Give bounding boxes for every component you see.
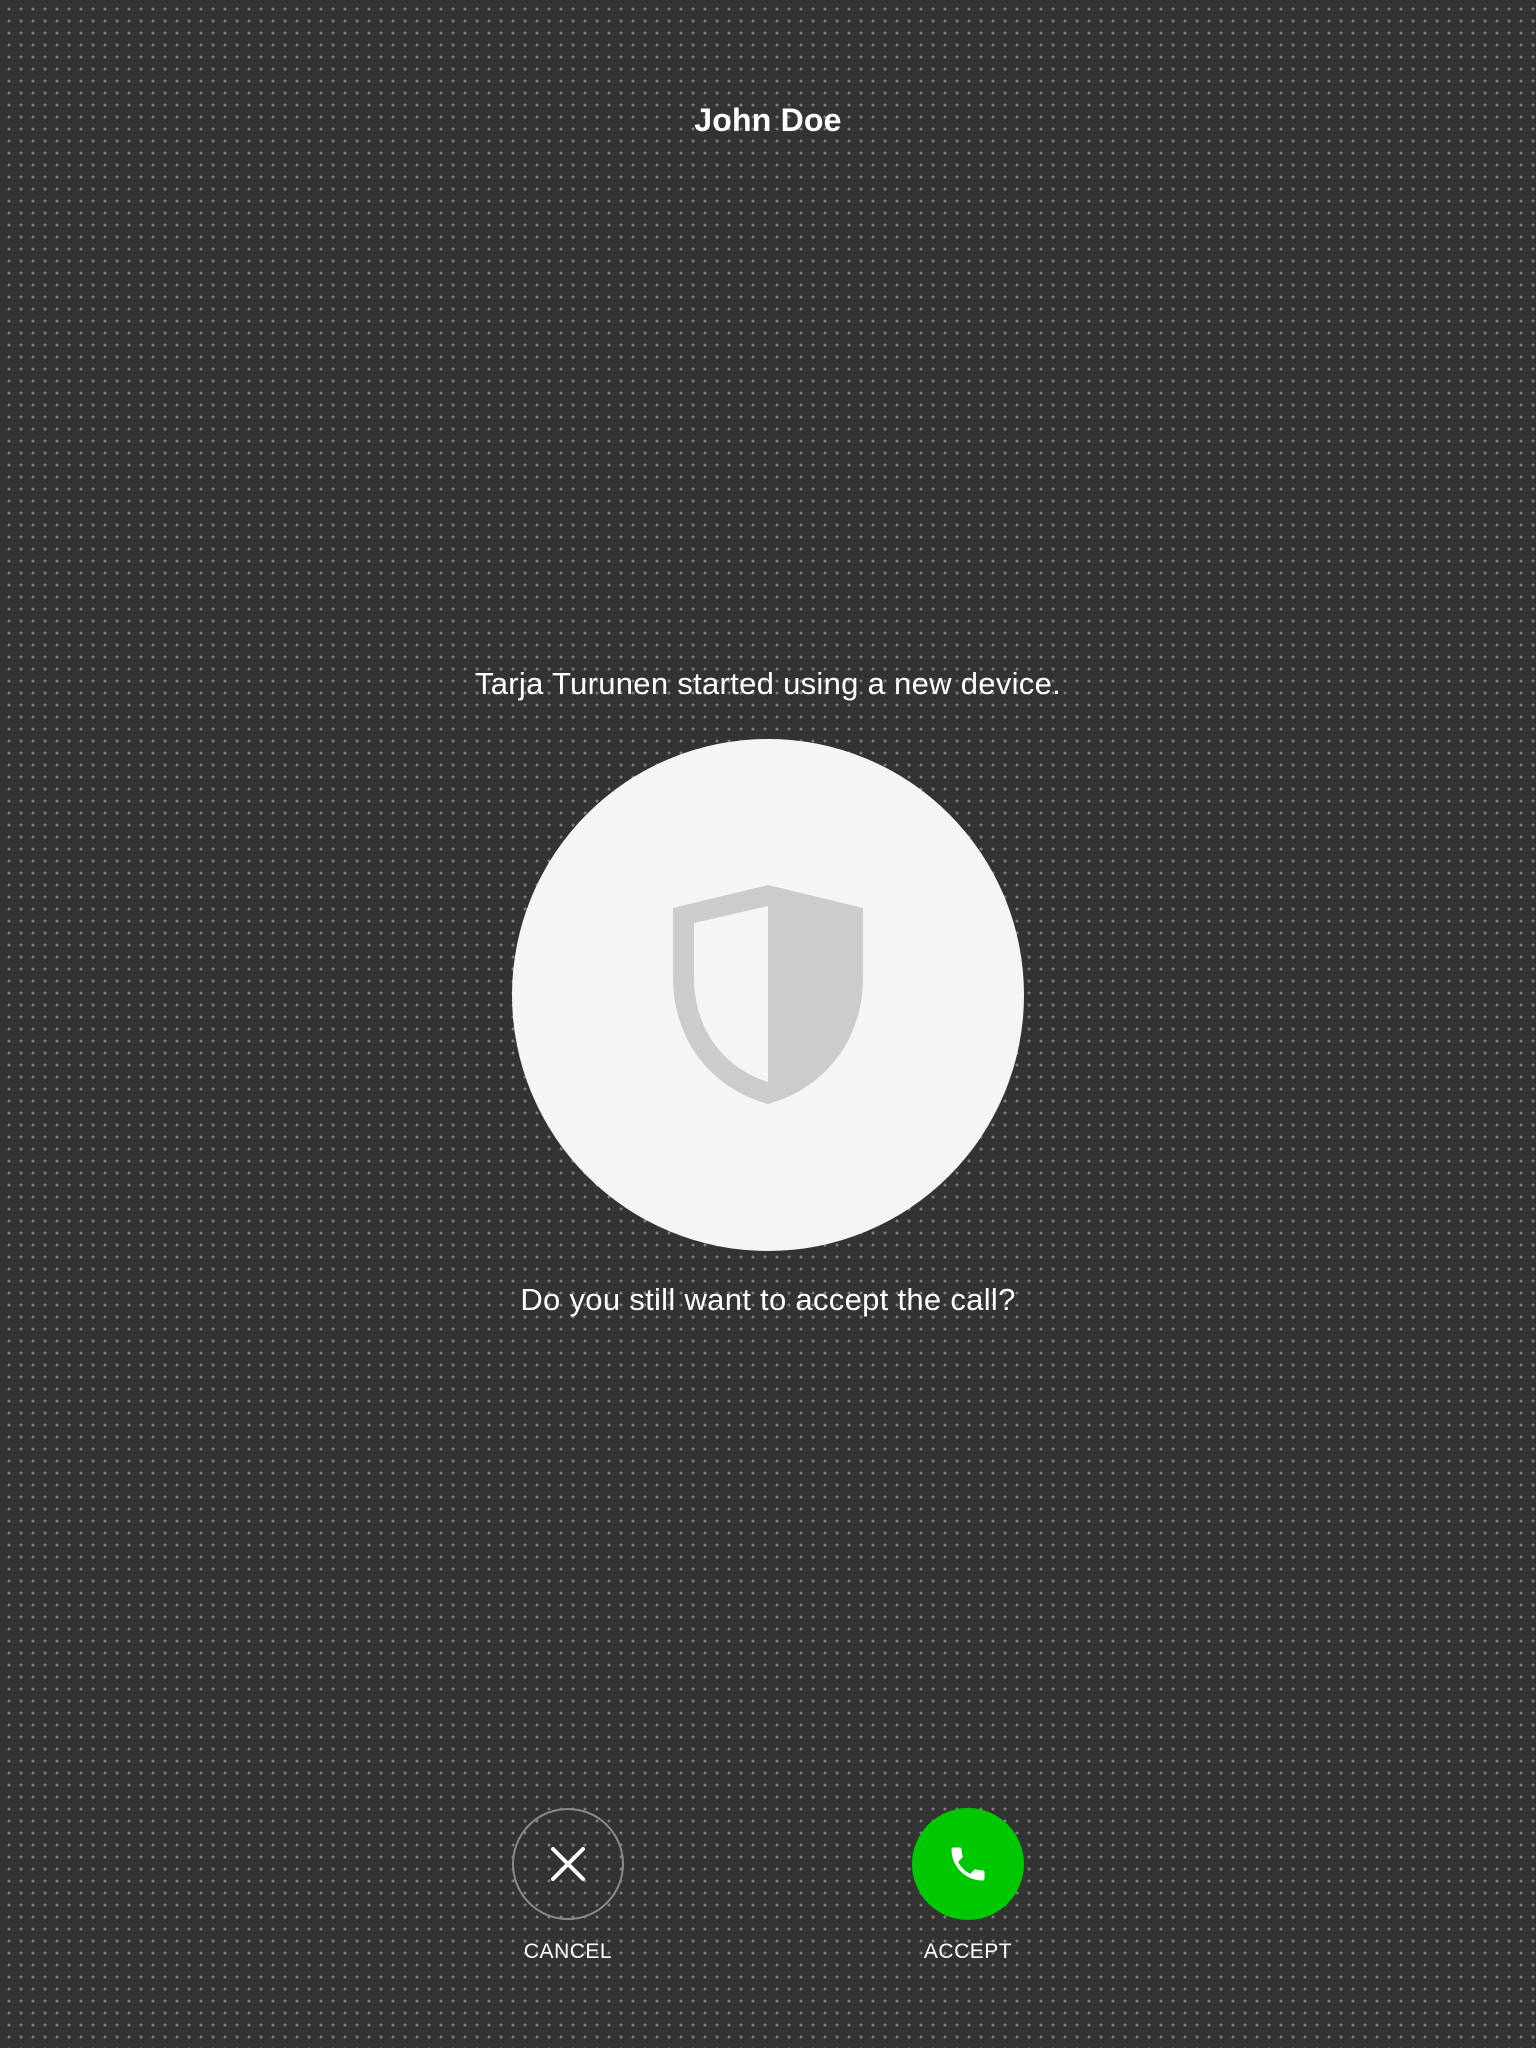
accept-button[interactable] [912, 1808, 1024, 1920]
accept-call-question: Do you still want to accept the call? [520, 1282, 1016, 1317]
cancel-button[interactable] [512, 1808, 624, 1920]
caller-name: John Doe [694, 102, 842, 138]
cancel-label: CANCEL [523, 1940, 613, 1963]
new-device-message: Tarja Turunen started using a new device… [474, 666, 1062, 701]
security-badge [512, 739, 1024, 1251]
cancel-action: CANCEL [512, 1808, 624, 1963]
phone-icon [951, 1847, 985, 1881]
close-icon [551, 1847, 585, 1881]
accept-action: ACCEPT [912, 1808, 1024, 1963]
accept-label: ACCEPT [923, 1940, 1013, 1963]
shield-icon [673, 885, 863, 1104]
